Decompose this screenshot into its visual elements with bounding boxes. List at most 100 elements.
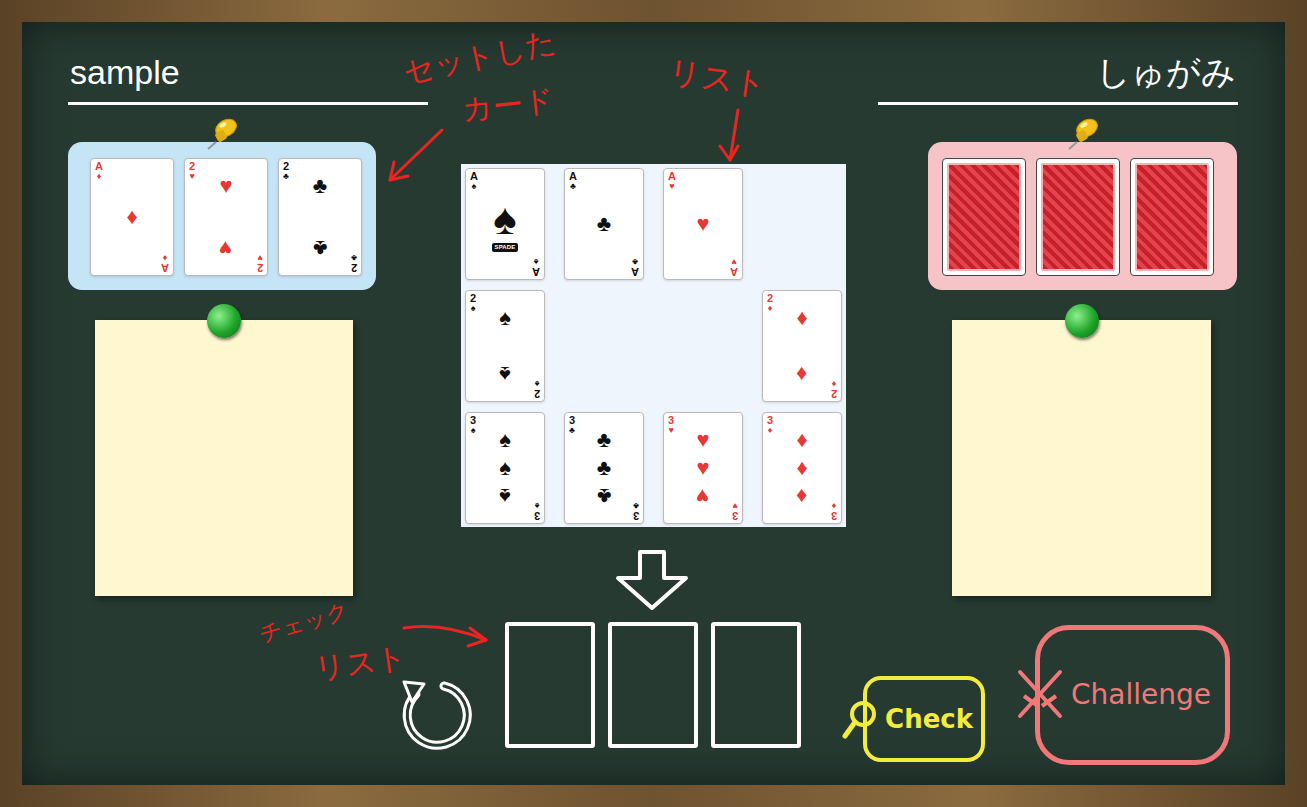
magnifier-icon — [841, 698, 881, 742]
card-pip: ♦ — [796, 485, 807, 507]
card-suit: ♣ — [633, 501, 639, 510]
annotation-layer: セットしたカードリストチェックリスト — [22, 22, 1285, 785]
card-rank: 3 — [732, 510, 738, 521]
check-slot[interactable] — [505, 622, 595, 748]
card-corner: 2♠ — [534, 379, 540, 399]
card-rank: 2 — [189, 161, 195, 172]
card-corner: 2♠ — [470, 293, 476, 313]
card-pips: ♥ — [664, 185, 742, 263]
card-pips: ♥♥ — [185, 175, 267, 259]
center-area: A♠A♠♠SPADEA♣A♣♣A♥A♥♥2♠2♠♠♠2♦2♦♦♦3♠3♠♠♠♠3… — [428, 50, 878, 612]
playing-card[interactable]: A♠A♠♠SPADE — [465, 168, 545, 280]
pushpin-icon — [204, 116, 240, 150]
playing-card[interactable]: 3♠3♠♠♠♠ — [465, 412, 545, 524]
playing-card[interactable]: 2♣2♣♣♣ — [278, 158, 362, 276]
playing-card[interactable]: 2♠2♠♠♠ — [465, 290, 545, 402]
card-corner: 3♠ — [534, 501, 540, 521]
sticky-note[interactable] — [95, 320, 353, 596]
card-suit: ♣ — [283, 172, 289, 181]
card-rank: 2 — [767, 293, 773, 304]
card-rank: 3 — [633, 510, 639, 521]
card-pips: ♦♦♦ — [763, 429, 841, 507]
card-pip: ♣ — [313, 237, 327, 259]
card-corner: 2♣ — [283, 161, 289, 181]
card-rank: 2 — [351, 262, 357, 273]
card-pip: ♥ — [219, 237, 232, 259]
playing-card[interactable]: 2♦2♦♦♦ — [762, 290, 842, 402]
card-pips: ♠ SPADE — [466, 185, 544, 263]
card-corner: 3♠ — [470, 415, 476, 435]
playing-card[interactable]: A♣A♣♣ — [564, 168, 644, 280]
card-pip: ♦ — [796, 363, 807, 385]
card-suit: ♣ — [351, 253, 357, 262]
challenge-button[interactable]: Challenge — [1035, 625, 1230, 765]
empty-slot — [663, 290, 743, 402]
card-rank: A — [730, 266, 738, 277]
reset-button[interactable] — [390, 676, 475, 750]
crossed-swords-icon — [1012, 666, 1068, 722]
card-suit: ♠ — [534, 257, 539, 266]
check-slot[interactable] — [711, 622, 801, 748]
check-button[interactable]: Check — [863, 676, 985, 762]
check-list — [505, 622, 801, 748]
card-pip: ♣ — [597, 213, 611, 235]
card-corner: 3♣ — [633, 501, 639, 521]
card-suit: ♠ — [535, 501, 540, 510]
card-back[interactable] — [1130, 158, 1214, 276]
annotation-text: セットした — [401, 26, 559, 88]
card-suit: ♠ — [471, 304, 476, 313]
card-rank: A — [95, 161, 103, 172]
card-pip: ♦ — [796, 429, 807, 451]
playing-card[interactable]: 3♦3♦♦♦♦ — [762, 412, 842, 524]
card-rank: 3 — [569, 415, 575, 426]
card-rank: A — [569, 171, 577, 182]
card-rank: A — [631, 266, 639, 277]
card-corner: 2♣ — [351, 253, 357, 273]
card-rank: 2 — [283, 161, 289, 172]
card-back[interactable] — [942, 158, 1026, 276]
card-pip: ♥ — [219, 175, 232, 197]
card-banner: SPADE — [492, 243, 519, 252]
card-rank: 3 — [668, 415, 674, 426]
card-corner: 3♥ — [668, 415, 674, 435]
card-suit: ♣ — [632, 257, 638, 266]
card-corner: 3♣ — [569, 415, 575, 435]
card-pips: ♣♣ — [279, 175, 361, 259]
playing-card[interactable]: 3♣3♣♣♣♣ — [564, 412, 644, 524]
card-corner: A♥ — [730, 257, 738, 277]
check-label: Check — [885, 700, 973, 739]
playing-card[interactable]: 2♥2♥♥♥ — [184, 158, 268, 276]
card-pip: ♦ — [126, 206, 137, 228]
card-corner: A♣ — [569, 171, 577, 191]
playing-card[interactable]: A♥A♥♥ — [663, 168, 743, 280]
empty-slot — [564, 290, 644, 402]
card-suit: ♣ — [570, 182, 576, 191]
card-pip: ♥ — [696, 485, 709, 507]
annotation-text: リスト — [666, 55, 768, 100]
card-suit: ♥ — [257, 253, 262, 262]
card-rank: A — [532, 266, 540, 277]
pushpin-icon — [1065, 116, 1101, 150]
card-pip: ♣ — [597, 429, 611, 451]
card-suit: ♠ — [471, 426, 476, 435]
empty-slot — [762, 168, 842, 280]
check-slot[interactable] — [608, 622, 698, 748]
wood-frame: sampleA♦A♦♦2♥2♥♥♥2♣2♣♣♣ A♠A♠♠SPADEA♣A♣♣A… — [0, 0, 1307, 807]
top-area: sampleA♦A♦♦2♥2♥♥♥2♣2♣♣♣ A♠A♠♠SPADEA♣A♣♣A… — [22, 22, 1285, 612]
set-cards-panel — [928, 142, 1237, 290]
card-suit: ♠ — [535, 379, 540, 388]
card-suit: ♣ — [569, 426, 575, 435]
card-suit: ♦ — [97, 172, 102, 181]
sticky-note[interactable] — [952, 320, 1211, 596]
card-pip: ♠ — [499, 307, 511, 329]
playing-card[interactable]: 3♥3♥♥♥♥ — [663, 412, 743, 524]
annotation-text: チェック — [257, 600, 352, 647]
card-back-pattern — [1135, 163, 1209, 271]
card-rank: 3 — [831, 510, 837, 521]
card-back[interactable] — [1036, 158, 1120, 276]
card-corner: A♦ — [95, 161, 103, 181]
card-pips: ♣ — [565, 185, 643, 263]
playing-card[interactable]: A♦A♦♦ — [90, 158, 174, 276]
annotation-text: リスト — [312, 642, 408, 685]
card-rank: A — [470, 171, 478, 182]
